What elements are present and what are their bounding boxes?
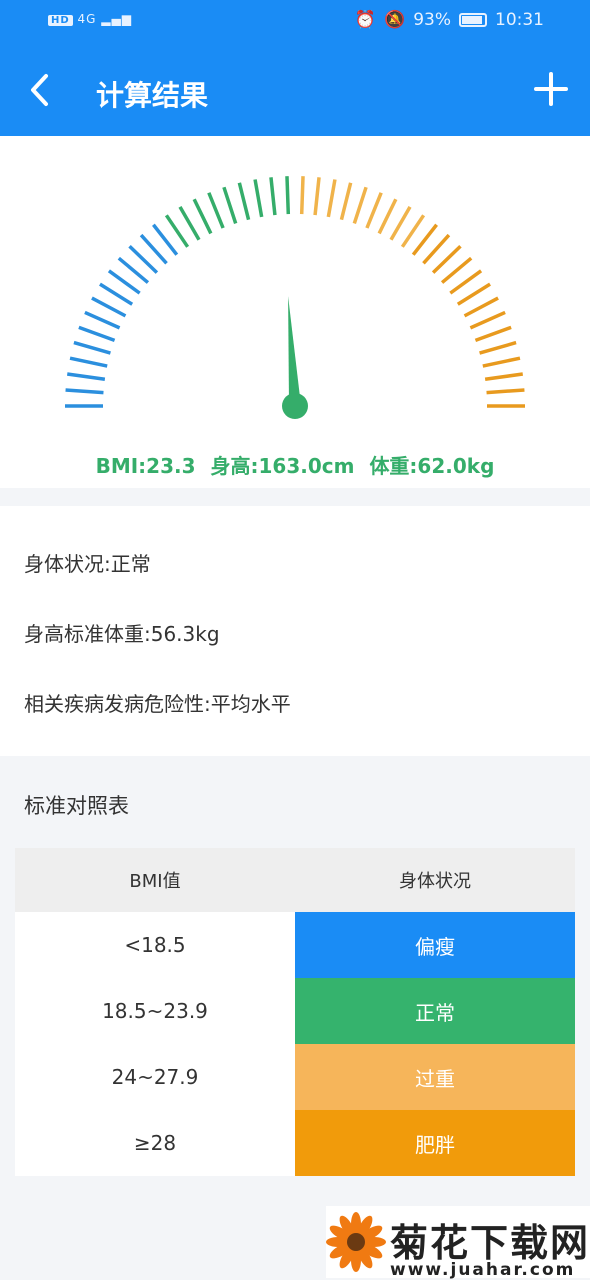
gauge-tick bbox=[207, 192, 225, 229]
add-icon[interactable] bbox=[534, 72, 568, 106]
table-row: 24~27.9 过重 bbox=[15, 1044, 575, 1110]
gauge-tick bbox=[69, 356, 108, 368]
body-condition: 身体状况:正常 bbox=[24, 552, 151, 576]
gauge-tick bbox=[484, 372, 524, 382]
gauge-tick bbox=[78, 325, 116, 342]
disease-risk: 相关疾病发病危险性:平均水平 bbox=[24, 692, 291, 716]
clock: 10:31 bbox=[495, 10, 544, 30]
gauge-tick bbox=[486, 388, 525, 395]
gauge-tick bbox=[365, 192, 383, 229]
network-indicator: HD 4G ▂▄▆ bbox=[48, 12, 132, 26]
gauge-tick bbox=[456, 282, 491, 306]
page-title: 计算结果 bbox=[96, 79, 209, 112]
gauge-tick bbox=[66, 372, 106, 382]
alarm-icon: ⏰ bbox=[354, 10, 377, 30]
signal-label: 4G bbox=[77, 12, 97, 26]
gauge-tick bbox=[237, 182, 251, 221]
gauge-tick bbox=[192, 198, 213, 235]
gauge-tick bbox=[65, 388, 104, 395]
row-status: 正常 bbox=[295, 978, 575, 1044]
gauge-tick bbox=[253, 179, 264, 218]
header-condition: 身体状况 bbox=[399, 871, 471, 892]
gauge-tick bbox=[474, 325, 512, 342]
bmi-value: BMI:23.3 bbox=[95, 454, 196, 478]
bmi-gauge bbox=[65, 176, 525, 419]
bmi-gauge-card: BMI:23.3 身高:163.0cm 体重:62.0kg bbox=[0, 136, 590, 488]
gauge-needle bbox=[288, 296, 301, 407]
gauge-tick bbox=[84, 310, 121, 330]
gauge-tick bbox=[91, 296, 127, 318]
status-right: ⏰ 🔕 93% 10:31 bbox=[355, 10, 544, 30]
gauge-tick bbox=[389, 205, 412, 241]
standard-weight: 身高标准体重:56.3kg bbox=[24, 622, 220, 646]
hd-badge: HD bbox=[48, 15, 73, 26]
gauge-tick bbox=[222, 186, 238, 224]
gauge-tick bbox=[449, 269, 483, 295]
header-bmi: BMI值 bbox=[129, 871, 181, 892]
signal-icon: ▂▄▆ bbox=[101, 12, 132, 26]
status-bar: HD 4G ▂▄▆ ⏰ 🔕 93% 10:31 bbox=[0, 0, 590, 44]
gauge-tick bbox=[352, 186, 368, 224]
gauge-tick bbox=[463, 296, 499, 318]
row-bmi-value: 18.5~23.9 bbox=[15, 978, 295, 1044]
row-status: 偏瘦 bbox=[295, 912, 575, 978]
watermark-url: www.juahar.com bbox=[390, 1260, 576, 1280]
gauge-tick bbox=[107, 269, 141, 295]
row-status: 肥胖 bbox=[295, 1110, 575, 1176]
table-row: 18.5~23.9 正常 bbox=[15, 978, 575, 1044]
gauge-tick bbox=[400, 214, 426, 248]
back-arrow-icon[interactable] bbox=[26, 72, 56, 108]
gauge-tick bbox=[178, 205, 201, 241]
gauge-hub bbox=[282, 393, 308, 419]
battery-icon bbox=[459, 13, 487, 27]
battery-percent: 93% bbox=[413, 10, 451, 30]
gauge-tick bbox=[269, 177, 277, 216]
mute-bell-icon: 🔕 bbox=[384, 10, 406, 30]
weight-value: 体重:62.0kg bbox=[369, 454, 495, 478]
gauge-tick bbox=[313, 177, 321, 216]
table-header: BMI值 身体状况 bbox=[15, 848, 575, 912]
table-row: ≥28 肥胖 bbox=[15, 1110, 575, 1176]
row-bmi-value: <18.5 bbox=[15, 912, 295, 978]
table-title: 标准对照表 bbox=[24, 794, 129, 818]
row-bmi-value: ≥28 bbox=[15, 1110, 295, 1176]
gauge-tick bbox=[339, 182, 353, 221]
watermark-text: 菊花下载网 bbox=[390, 1221, 590, 1265]
gauge-tick bbox=[99, 282, 134, 306]
gauge-tick bbox=[164, 214, 190, 248]
gauge-tick bbox=[326, 179, 337, 218]
result-info-card: 身体状况:正常 身高标准体重:56.3kg 相关疾病发病危险性:平均水平 bbox=[0, 506, 590, 756]
gauge-tick bbox=[479, 340, 517, 355]
bmi-summary: BMI:23.3 身高:163.0cm 体重:62.0kg bbox=[0, 450, 590, 479]
gauge-tick bbox=[482, 356, 521, 368]
gauge-tick bbox=[73, 340, 111, 355]
bmi-reference-table: BMI值 身体状况 <18.5 偏瘦 18.5~23.9 正常 24~27.9 … bbox=[15, 848, 575, 1176]
app-bar: 计算结果 bbox=[0, 44, 590, 136]
gauge-tick bbox=[377, 198, 398, 235]
watermark: 菊花下载网 www.juahar.com bbox=[326, 1206, 590, 1280]
height-value: 身高:163.0cm bbox=[210, 454, 355, 478]
row-status: 过重 bbox=[295, 1044, 575, 1110]
gauge-tick bbox=[299, 176, 305, 215]
gauge-tick bbox=[285, 176, 291, 215]
table-row: <18.5 偏瘦 bbox=[15, 912, 575, 978]
row-bmi-value: 24~27.9 bbox=[15, 1044, 295, 1110]
gauge-tick bbox=[469, 310, 506, 330]
flower-logo-icon bbox=[326, 1212, 386, 1272]
